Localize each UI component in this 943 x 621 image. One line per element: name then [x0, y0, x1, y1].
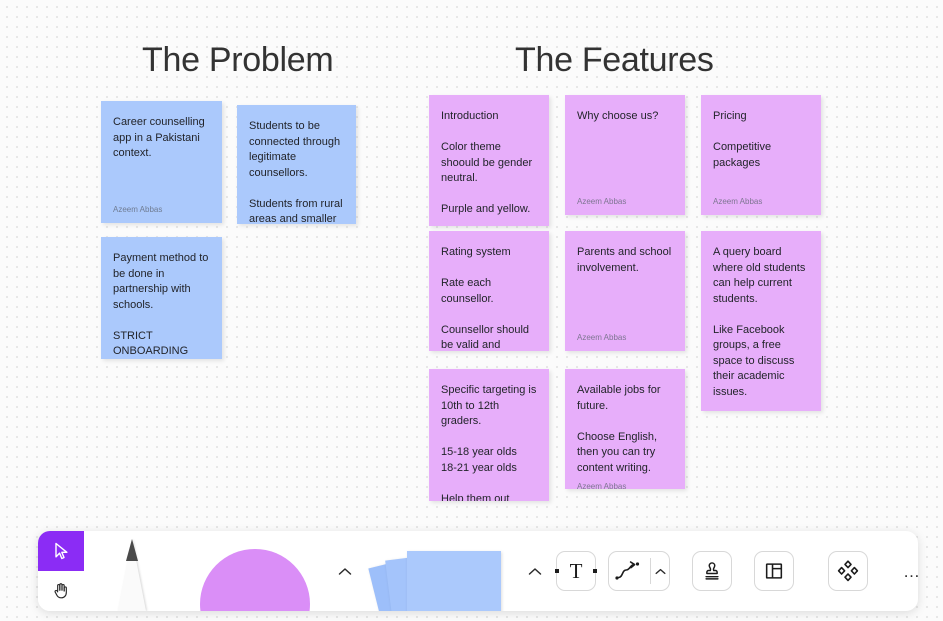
- sticky-note[interactable]: Payment method to be done in partnership…: [101, 237, 222, 359]
- sticky-note[interactable]: Pricing Competitive packages Azeem Abbas: [701, 95, 821, 215]
- frame-tool-slot[interactable]: [748, 531, 800, 611]
- sticky-note-body: A query board where old students can hel…: [713, 246, 806, 398]
- sticky-note-body: Parents and school involvement.: [577, 246, 672, 274]
- more-tool-slot[interactable]: … 3: [884, 531, 918, 611]
- sticky-note[interactable]: Why choose us? Azeem Abbas: [565, 95, 685, 215]
- sticky-note[interactable]: Specific targeting is 10th to 12th grade…: [429, 369, 549, 501]
- sticky-note[interactable]: Parents and school involvement. Azeem Ab…: [565, 231, 685, 351]
- sticky-note-author: Azeem Abbas: [577, 197, 627, 206]
- whiteboard-canvas[interactable]: The Problem The Features Career counsell…: [0, 0, 943, 621]
- frame-tool[interactable]: [754, 551, 794, 591]
- sticky-note-author: Azeem Abbas: [713, 197, 763, 206]
- text-handle-right: [593, 569, 597, 573]
- hand-pan-icon[interactable]: [38, 571, 84, 611]
- sticky-note-body: Introduction Color theme shoould be gend…: [441, 110, 533, 215]
- blue-sticky-note-tool[interactable]: [360, 531, 520, 611]
- pen-icon: [118, 539, 146, 611]
- connector-tool-slot[interactable]: [602, 531, 676, 611]
- more-dots-icon: …: [903, 563, 918, 580]
- stamp-icon: [705, 562, 719, 580]
- blue-sticky-stack-icon: [368, 547, 505, 611]
- sticky-note-author: Azeem Abbas: [577, 482, 627, 489]
- text-handle-left: [555, 569, 559, 573]
- sticky-note-body: Pricing Competitive packages: [713, 110, 772, 169]
- sticky-note-author: Azeem Abbas: [577, 333, 627, 342]
- sticky-note-body: Career counselling app in a Pakistani co…: [113, 116, 205, 159]
- sticky-note-body: Specific targeting is 10th to 12th grade…: [441, 384, 537, 501]
- sticky-note-body: Rating system Rate each counsellor. Coun…: [441, 246, 530, 351]
- sticky-note[interactable]: Rating system Rate each counsellor. Coun…: [429, 231, 549, 351]
- text-tool[interactable]: T: [555, 551, 597, 591]
- chevron-up-icon-connector[interactable]: [655, 562, 666, 580]
- bottom-toolbar[interactable]: T: [38, 531, 918, 611]
- purple-sticky-note-tool[interactable]: [180, 531, 330, 611]
- pen-tool[interactable]: [84, 531, 180, 611]
- chevron-up-icon-purple-sticky[interactable]: [330, 531, 360, 611]
- section-title-problem: The Problem: [142, 41, 334, 79]
- sticky-note-body: Why choose us?: [577, 110, 659, 122]
- sticky-note-body: Available jobs for future. Choose Englis…: [577, 384, 661, 474]
- connector-arrow-icon: [615, 561, 640, 580]
- purple-sticky-icon: [200, 549, 310, 611]
- frame-icon: [765, 563, 783, 579]
- select-cursor-icon[interactable]: [38, 531, 84, 571]
- chevron-up-icon-blue-sticky[interactable]: [520, 531, 550, 611]
- sticky-note[interactable]: A query board where old students can hel…: [701, 231, 821, 411]
- sticky-note[interactable]: Career counselling app in a Pakistani co…: [101, 101, 222, 223]
- stamp-tool-slot[interactable]: [686, 531, 738, 611]
- apps-tool[interactable]: [828, 551, 868, 591]
- sticky-note-body: Payment method to be done in partnership…: [113, 252, 209, 357]
- mode-switch-group[interactable]: [38, 531, 84, 611]
- text-tool-slot[interactable]: T: [550, 531, 602, 611]
- sticky-note-body: Students to be connected through legitim…: [249, 120, 343, 224]
- sticky-note[interactable]: Students to be connected through legitim…: [237, 105, 356, 224]
- connector-inner-divider: [650, 558, 651, 584]
- sticky-note[interactable]: Introduction Color theme shoould be gend…: [429, 95, 549, 226]
- sticky-note[interactable]: Available jobs for future. Choose Englis…: [565, 369, 685, 489]
- connector-tool[interactable]: [608, 551, 670, 591]
- stamp-tool[interactable]: [692, 551, 732, 591]
- apps-tool-slot[interactable]: [814, 531, 874, 611]
- apps-diamond-grid-icon: [837, 560, 859, 582]
- more-options-button[interactable]: … 3: [890, 549, 918, 593]
- section-title-features: The Features: [515, 41, 714, 79]
- text-tool-glyph: T: [569, 558, 583, 583]
- sticky-note-author: Azeem Abbas: [113, 205, 163, 214]
